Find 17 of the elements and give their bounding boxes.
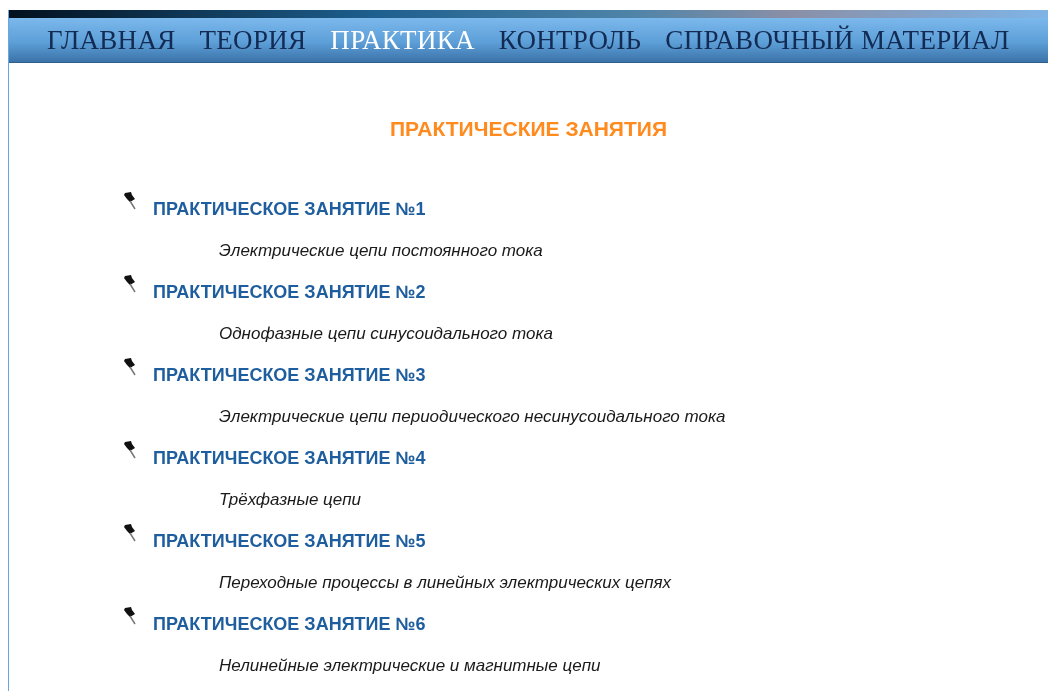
nav-link[interactable]: ТЕОРИЯ <box>199 24 307 56</box>
lesson-description: Нелинейные электрические и магнитные цепи <box>219 655 601 677</box>
page-heading: ПРАКТИЧЕСКИЕ ЗАНЯТИЯ <box>390 117 667 141</box>
lesson-link[interactable]: ПРАКТИЧЕСКОЕ ЗАНЯТИЕ №3 <box>153 365 426 386</box>
lesson-link[interactable]: ПРАКТИЧЕСКОЕ ЗАНЯТИЕ №4 <box>153 448 426 469</box>
lesson-description: Однофазные цепи синусоидального тока <box>219 323 553 345</box>
lesson-description: Переходные процессы в линейных электрических цепях <box>219 572 672 594</box>
lesson-link[interactable]: ПРАКТИЧЕСКОЕ ЗАНЯТИЕ №6 <box>153 614 426 635</box>
nav-link[interactable]: КОНТРОЛЬ <box>498 24 642 56</box>
nav-link[interactable]: СПРАВОЧНЫЙ МАТЕРИАЛ <box>665 24 1010 56</box>
lesson-description: Электрические цепи постоянного тока <box>219 240 543 262</box>
nav-link[interactable]: ГЛАВНАЯ <box>47 24 176 56</box>
lesson-description: Трёхфазные цепи <box>219 489 362 511</box>
lesson-description: Электрические цепи периодического несинусоидального тока <box>219 406 726 428</box>
lesson-link[interactable]: ПРАКТИЧЕСКОЕ ЗАНЯТИЕ №2 <box>153 282 426 303</box>
lesson-link[interactable]: ПРАКТИЧЕСКОЕ ЗАНЯТИЕ №5 <box>153 531 426 552</box>
lesson-link[interactable]: ПРАКТИЧЕСКОЕ ЗАНЯТИЕ №1 <box>153 199 426 220</box>
